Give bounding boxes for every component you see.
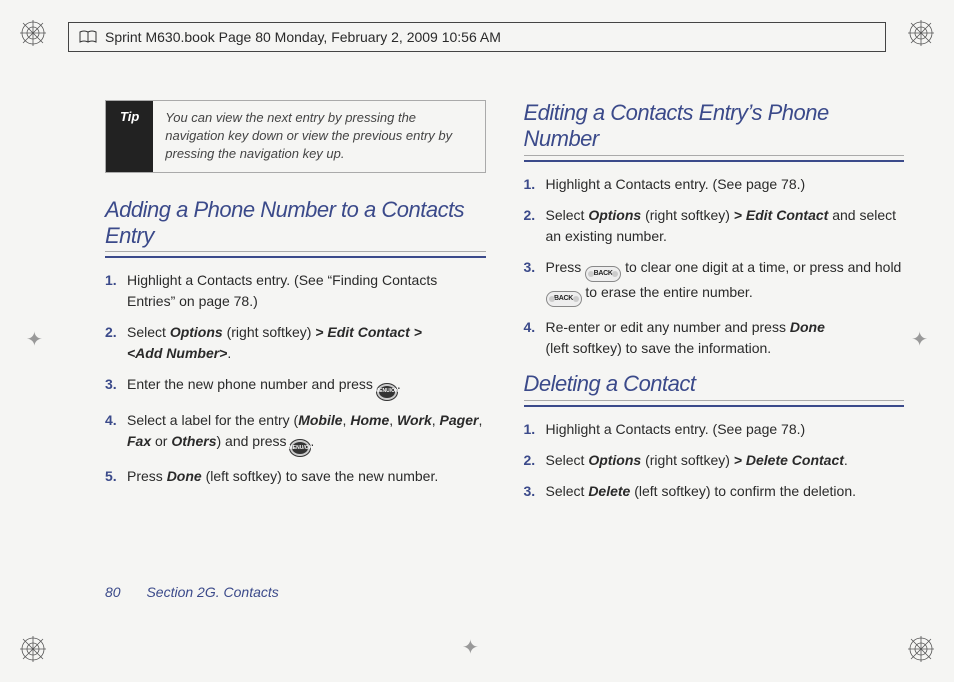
delete-contact-steps: Highlight a Contacts entry. (See page 78… [524, 419, 905, 502]
book-icon [79, 30, 97, 44]
t: (left softkey) to confirm the deletion. [630, 483, 856, 499]
crop-mark-bottom-right [908, 636, 934, 662]
heading-edit-number: Editing a Contacts Entry’s Phone Number [524, 100, 905, 153]
page-number: 80 [105, 584, 121, 600]
t: or [151, 433, 171, 449]
t: Others [171, 433, 216, 449]
t: > [734, 452, 746, 468]
t: Done [790, 319, 825, 335]
crop-mark-top-left [20, 20, 46, 46]
t: , [389, 412, 397, 428]
step: Select Options (right softkey) > Edit Co… [524, 205, 905, 247]
quad-mark-right: ✦ [911, 330, 928, 350]
t: Enter the new phone number and press [127, 376, 377, 392]
t: (left softkey) to save the information. [546, 340, 772, 356]
t: Highlight a Contacts entry. (See page 78… [546, 176, 806, 192]
t: Pager [440, 412, 479, 428]
t: , [478, 412, 482, 428]
tip-body: You can view the next entry by pressing … [153, 101, 484, 172]
t: Done [167, 468, 202, 484]
t: Edit Contact [746, 207, 828, 223]
t: > [734, 207, 746, 223]
t: to clear one digit at a time, or press a… [621, 259, 901, 275]
step: Highlight a Contacts entry. (See “Findin… [105, 270, 486, 312]
t: (right softkey) [641, 452, 734, 468]
t: to erase the entire number. [582, 284, 753, 300]
right-column: Editing a Contacts Entry’s Phone Number … [524, 100, 905, 622]
t: Select a label for the entry ( [127, 412, 298, 428]
step: Select Delete (left softkey) to confirm … [524, 481, 905, 502]
t: > [410, 324, 422, 340]
step: Select Options (right softkey) > Delete … [524, 450, 905, 471]
heading-add-number: Adding a Phone Number to a Contacts Entr… [105, 197, 486, 250]
t: Select [546, 207, 589, 223]
t: Re-enter or edit any number and press [546, 319, 790, 335]
back-key-icon: BACK [546, 291, 582, 307]
step-text: Highlight a Contacts entry. (See “Findin… [127, 272, 437, 309]
step: Re-enter or edit any number and press Do… [524, 317, 905, 359]
heading-delete-contact: Deleting a Contact [524, 371, 905, 397]
t: Home [350, 412, 389, 428]
step: Press BACK to clear one digit at a time,… [524, 257, 905, 308]
tip-box: Tip You can view the next entry by press… [105, 100, 486, 173]
step: Press Done (left softkey) to save the ne… [105, 466, 486, 487]
rule-thin [524, 155, 905, 156]
t: (left softkey) to save the new number. [202, 468, 439, 484]
menu-ok-key-icon: MENU/OK [377, 384, 397, 400]
crop-mark-top-right [908, 20, 934, 46]
step: Select a label for the entry (Mobile, Ho… [105, 410, 486, 457]
t: Options [170, 324, 223, 340]
quad-mark-bottom: ✦ [462, 638, 479, 658]
page-footer: 80 Section 2G. Contacts [105, 584, 279, 600]
t: <Add Number> [127, 345, 227, 361]
t: Delete [588, 483, 630, 499]
rule-thick [524, 405, 905, 407]
framemaker-header: Sprint M630.book Page 80 Monday, Februar… [68, 22, 886, 52]
t: Mobile [298, 412, 342, 428]
step: Select Options (right softkey) > Edit Co… [105, 322, 486, 364]
page-body: Tip You can view the next entry by press… [105, 100, 904, 622]
t: . [844, 452, 848, 468]
t: > [315, 324, 327, 340]
add-number-steps: Highlight a Contacts entry. (See “Findin… [105, 270, 486, 487]
rule-thick [105, 256, 486, 258]
t: Delete Contact [746, 452, 844, 468]
t: Options [588, 207, 641, 223]
t: ) and press [216, 433, 290, 449]
t: Options [588, 452, 641, 468]
crop-mark-bottom-left [20, 636, 46, 662]
t: Select [546, 483, 589, 499]
tip-label: Tip [106, 101, 153, 172]
t: (right softkey) [223, 324, 316, 340]
step: Highlight a Contacts entry. (See page 78… [524, 174, 905, 195]
menu-ok-key-icon: MENU/OK [290, 440, 310, 456]
t: (right softkey) [641, 207, 734, 223]
rule-thick [524, 160, 905, 162]
t: Edit Contact [327, 324, 409, 340]
header-text: Sprint M630.book Page 80 Monday, Februar… [105, 29, 501, 45]
t: Press [546, 259, 586, 275]
step: Highlight a Contacts entry. (See page 78… [524, 419, 905, 440]
step: Enter the new phone number and press MEN… [105, 374, 486, 400]
edit-number-steps: Highlight a Contacts entry. (See page 78… [524, 174, 905, 360]
back-key-icon: BACK [585, 266, 621, 282]
t: Work [397, 412, 432, 428]
t: Fax [127, 433, 151, 449]
t: , [432, 412, 440, 428]
t: Highlight a Contacts entry. (See page 78… [546, 421, 806, 437]
t: Select [127, 324, 170, 340]
rule-thin [105, 251, 486, 252]
t: . [227, 345, 231, 361]
rule-thin [524, 400, 905, 401]
quad-mark-left: ✦ [26, 330, 43, 350]
t: Press [127, 468, 167, 484]
section-label: Section 2G. Contacts [146, 584, 278, 600]
left-column: Tip You can view the next entry by press… [105, 100, 486, 622]
t: Select [546, 452, 589, 468]
